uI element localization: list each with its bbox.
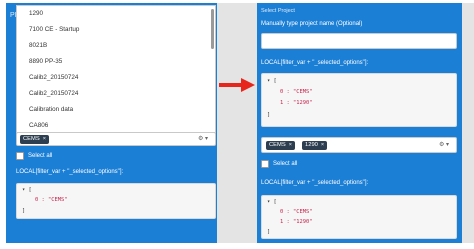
tag-label: CEMS <box>23 136 40 142</box>
options-dropdown[interactable]: 1290 7100 CE - Startup 8021B 8890 PP-35 … <box>16 5 216 133</box>
select-all-checkbox[interactable] <box>16 152 24 160</box>
filter-var-label: LOCAL[filter_var + "_selected_options"]: <box>261 60 369 66</box>
project-name-input[interactable] <box>261 33 457 49</box>
select-all-checkbox[interactable] <box>261 160 269 168</box>
tag-label: 1290 <box>305 142 318 148</box>
code-line: ▾ [ <box>267 199 277 205</box>
code-line: 1 : "1290" <box>280 219 313 225</box>
select-all-label: Select all <box>28 153 53 159</box>
selected-tag[interactable]: CEMS × <box>266 141 295 150</box>
code-line: 1 : "1290" <box>280 100 313 106</box>
filter-var-label: LOCAL[filter_var + "_selected_options"]: <box>16 169 124 175</box>
panel-header: Select Project <box>261 8 295 14</box>
dropdown-option[interactable]: CA806 <box>17 118 215 132</box>
right-arrow-icon <box>219 78 255 92</box>
gear-icon[interactable]: ⚙ ▾ <box>439 141 449 148</box>
select-all-label: Select all <box>273 161 298 167</box>
code-line: ] <box>22 208 26 214</box>
separator <box>217 3 257 243</box>
multi-select[interactable]: CEMS × ⚙ ▾ <box>16 132 216 146</box>
dropdown-option[interactable]: 8021B <box>17 38 215 54</box>
multi-select[interactable]: CEMS × 1290 × ⚙ ▾ <box>261 137 457 153</box>
selected-tag[interactable]: CEMS × <box>20 135 49 144</box>
right-panel: Select Project Manually type project nam… <box>257 3 462 243</box>
code-line: ] <box>267 229 271 235</box>
code-line: ▾ [ <box>22 187 32 193</box>
selected-tag[interactable]: 1290 × <box>302 141 328 150</box>
dropdown-option[interactable]: 8890 PP-35 <box>17 54 215 70</box>
type-project-label: Manually type project name (Optional) <box>261 21 363 27</box>
page-margin <box>462 3 474 243</box>
dropdown-option[interactable]: Calib2_20150724 <box>17 70 215 86</box>
close-icon[interactable]: × <box>43 136 46 142</box>
code-line: ▾ [ <box>267 78 277 84</box>
code-line: 0 : "CEMS" <box>280 209 313 215</box>
json-output: ▾ [ 0 : "CEMS" ] <box>16 183 216 219</box>
gear-icon[interactable]: ⚙ ▾ <box>198 135 208 142</box>
code-line: 0 : "CEMS" <box>280 89 313 95</box>
dropdown-scrollbar[interactable] <box>211 9 214 49</box>
dropdown-option[interactable]: Calibration data <box>17 102 215 118</box>
dropdown-option[interactable]: 1290 <box>17 6 215 22</box>
json-output: ▾ [ 0 : "CEMS" 1 : "1290" ] <box>261 73 457 127</box>
left-panel: Pl 1290 7100 CE - Startup 8021B 8890 PP-… <box>6 3 217 243</box>
dropdown-option[interactable]: 7100 CE - Startup <box>17 22 215 38</box>
code-line: 0 : "CEMS" <box>35 197 68 203</box>
dropdown-option[interactable]: Calib2_20150724 <box>17 86 215 102</box>
filter-var-label: LOCAL[filter_var + "_selected_options"]: <box>261 180 369 186</box>
close-icon[interactable]: × <box>321 142 324 148</box>
json-output: ▾ [ 0 : "CEMS" 1 : "1290" ] <box>261 195 457 239</box>
close-icon[interactable]: × <box>289 142 292 148</box>
tag-label: CEMS <box>269 142 286 148</box>
code-line: ] <box>267 112 271 118</box>
